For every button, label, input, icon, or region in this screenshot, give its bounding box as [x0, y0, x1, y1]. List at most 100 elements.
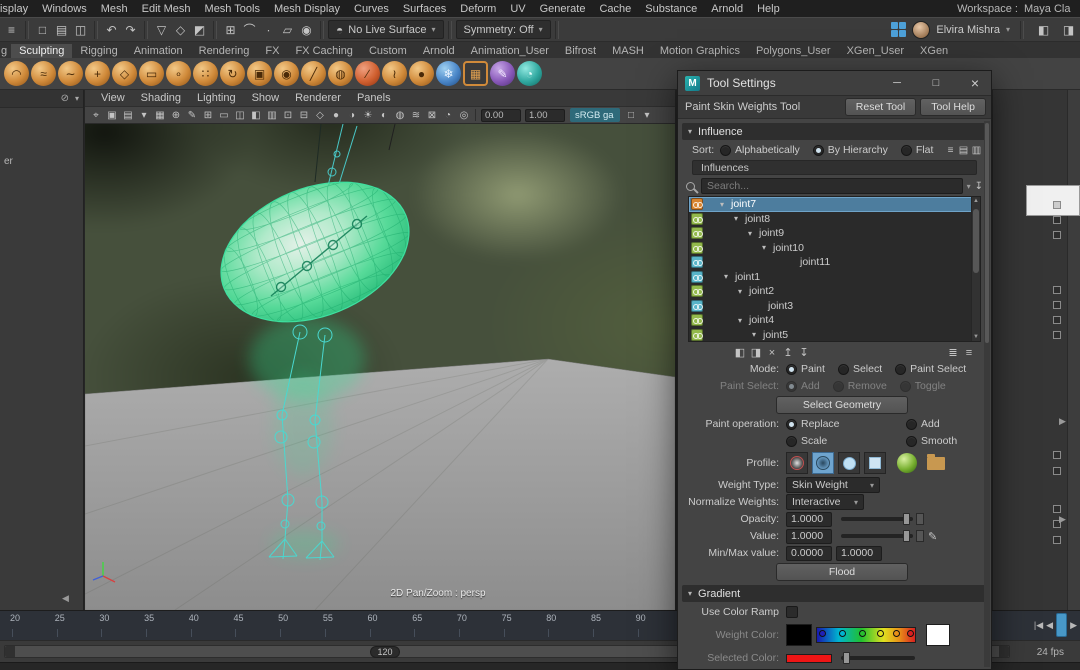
viewport-toolbar-icon[interactable]: ⊠ [425, 108, 440, 123]
chevron-down-icon[interactable]: ▾ [640, 108, 655, 123]
sculpt-brush-icon[interactable]: ◔ [517, 61, 542, 86]
sort-flat-radio[interactable] [900, 144, 912, 156]
menu-item[interactable]: Generate [533, 3, 593, 15]
weights-action-icon[interactable]: ◧ [732, 345, 748, 360]
expand-panel-icon[interactable]: ▶ [1059, 416, 1066, 427]
viewport-3d-scene[interactable]: 2D Pan/Zoom : persp [85, 124, 675, 610]
sculpt-brush-icon[interactable]: ∷ [193, 61, 218, 86]
influence-section-header[interactable]: ▾ Influence [682, 123, 987, 140]
playback-end-field[interactable] [370, 646, 400, 658]
slider-handle[interactable] [843, 652, 850, 664]
opacity-field[interactable] [786, 511, 832, 527]
snap-to-plane-icon[interactable]: ▱ [278, 19, 297, 40]
shelf-tab[interactable]: Animation_User [463, 44, 557, 58]
brush-profile-soft[interactable] [812, 452, 834, 474]
brush-profile-solid[interactable] [838, 452, 860, 474]
sculpt-brush-icon[interactable]: ≀ [382, 61, 407, 86]
shelf-tab[interactable]: FX Caching [287, 44, 360, 58]
menu-item[interactable]: UV [503, 3, 532, 15]
menu-item[interactable]: Windows [35, 3, 94, 15]
checkbox[interactable] [1053, 467, 1061, 475]
joint-row[interactable]: ▾ joint2 [689, 284, 980, 299]
use-color-ramp-checkbox[interactable] [786, 605, 798, 618]
viewport-toolbar-icon[interactable]: ⊟ [297, 108, 312, 123]
mode-select-radio[interactable] [837, 363, 849, 375]
op-smooth-label[interactable]: Smooth [921, 435, 957, 447]
list-display-icon[interactable]: ≡ [944, 145, 957, 156]
expand-panel-icon[interactable]: ▶ [1059, 514, 1066, 525]
weights-action-icon[interactable]: ↥ [780, 345, 796, 360]
shelf-tab[interactable]: XGen [912, 44, 956, 58]
snap-to-grid-icon[interactable]: ⊞ [221, 19, 240, 40]
joint-row[interactable]: ▾ joint5 [689, 328, 980, 342]
joint-row[interactable]: ▾ joint9 [689, 226, 980, 241]
chevron-down-icon[interactable]: ▾ [1006, 25, 1010, 34]
expand-caret-icon[interactable]: ▾ [762, 243, 771, 252]
ramp-stop[interactable] [893, 630, 900, 637]
weights-action-icon[interactable]: × [764, 345, 780, 360]
panel-menu-item[interactable]: Renderer [287, 92, 349, 104]
live-surface-dropdown[interactable]: ◓ No Live Surface ▾ [328, 20, 444, 39]
sort-alphabetically-label[interactable]: Alphabetically [735, 144, 800, 156]
mode-paint-radio[interactable] [786, 363, 797, 375]
viewport-toolbar-icon[interactable]: ● [329, 108, 344, 123]
viewport-toolbar-icon[interactable]: ◇ [313, 108, 328, 123]
snap-to-curve-icon[interactable]: ⌒ [240, 19, 259, 40]
window-titlebar[interactable]: M Tool Settings ─ □ × [678, 71, 991, 96]
joint-row[interactable]: ▾ joint7 [689, 197, 980, 212]
select-by-object-icon[interactable]: ◇ [171, 19, 190, 40]
expand-caret-icon[interactable]: ▾ [752, 330, 761, 339]
toggle-left-panel-icon[interactable]: ◧ [1034, 19, 1053, 40]
panel-menu-item[interactable]: Panels [349, 92, 399, 104]
weights-action-icon[interactable]: ↧ [796, 345, 812, 360]
viewport-toolbar-icon[interactable]: ▭ [217, 108, 232, 123]
chevron-down-icon[interactable]: ▾ [75, 94, 79, 103]
brush-profile-square[interactable] [864, 452, 886, 474]
viewport-toolbar-icon[interactable]: ⊞ [201, 108, 216, 123]
viewport-toolbar-icon[interactable]: ☀ [361, 108, 376, 123]
joint-row[interactable]: ▾ joint4 [689, 313, 980, 328]
browse-stamp-icon[interactable] [927, 453, 945, 470]
checkbox[interactable] [1053, 301, 1061, 309]
scrollbar-thumb[interactable] [985, 123, 989, 343]
chevron-down-icon[interactable]: ▾ [967, 182, 971, 191]
sculpt-brush-icon[interactable]: ∼ [58, 61, 83, 86]
sculpt-brush-icon[interactable]: ◉ [274, 61, 299, 86]
ramp-stop[interactable] [907, 630, 914, 637]
menu-item[interactable]: Display [0, 3, 35, 15]
shelf-tab-partial[interactable]: g [0, 44, 11, 58]
list-options-icon[interactable]: ≡ [961, 345, 977, 360]
mode-select-label[interactable]: Select [853, 363, 882, 375]
op-replace-radio[interactable] [786, 418, 797, 430]
checkbox[interactable] [1053, 231, 1061, 239]
toggle-right-panel-icon[interactable]: ◨ [1059, 19, 1078, 40]
ramp-stop[interactable] [819, 630, 826, 637]
expand-caret-icon[interactable]: ▾ [738, 287, 747, 296]
snap-to-point-icon[interactable]: ∙ [259, 19, 278, 40]
op-smooth-radio[interactable] [906, 435, 917, 447]
weight-type-dropdown[interactable]: Skin Weight ▾ [786, 477, 880, 493]
sculpt-brush-icon[interactable]: ❄ [436, 61, 461, 86]
viewport-toolbar-icon[interactable]: ◎ [457, 108, 472, 123]
shelf-tab[interactable]: Rigging [72, 44, 125, 58]
mode-paint-select-radio[interactable] [895, 363, 907, 375]
list-display-icon[interactable]: ▥ [970, 145, 983, 156]
op-scale-label[interactable]: Scale [801, 435, 893, 447]
slider-handle[interactable] [903, 530, 910, 542]
shelf-tab[interactable]: Polygons_User [748, 44, 839, 58]
viewport-toolbar-icon[interactable]: ◧ [249, 108, 264, 123]
gamma-field[interactable] [525, 108, 565, 122]
opacity-slider[interactable] [841, 513, 913, 525]
select-by-hierarchy-icon[interactable]: ▽ [152, 19, 171, 40]
viewport-toolbar-icon[interactable]: ◐ [377, 108, 392, 123]
filter-icon[interactable]: ↧ [975, 181, 983, 192]
weight-color-swatch[interactable] [786, 624, 812, 646]
pencil-icon[interactable]: ✎ [928, 530, 937, 543]
weight-color-ramp[interactable] [816, 627, 916, 643]
checkbox[interactable] [1053, 331, 1061, 339]
ramp-stop[interactable] [839, 630, 846, 637]
panel-menu-item[interactable]: Shading [133, 92, 189, 104]
checkbox[interactable] [1053, 451, 1061, 459]
mode-paint-select-label[interactable]: Paint Select [910, 363, 966, 375]
menu-item[interactable]: Edit Mesh [135, 3, 198, 15]
